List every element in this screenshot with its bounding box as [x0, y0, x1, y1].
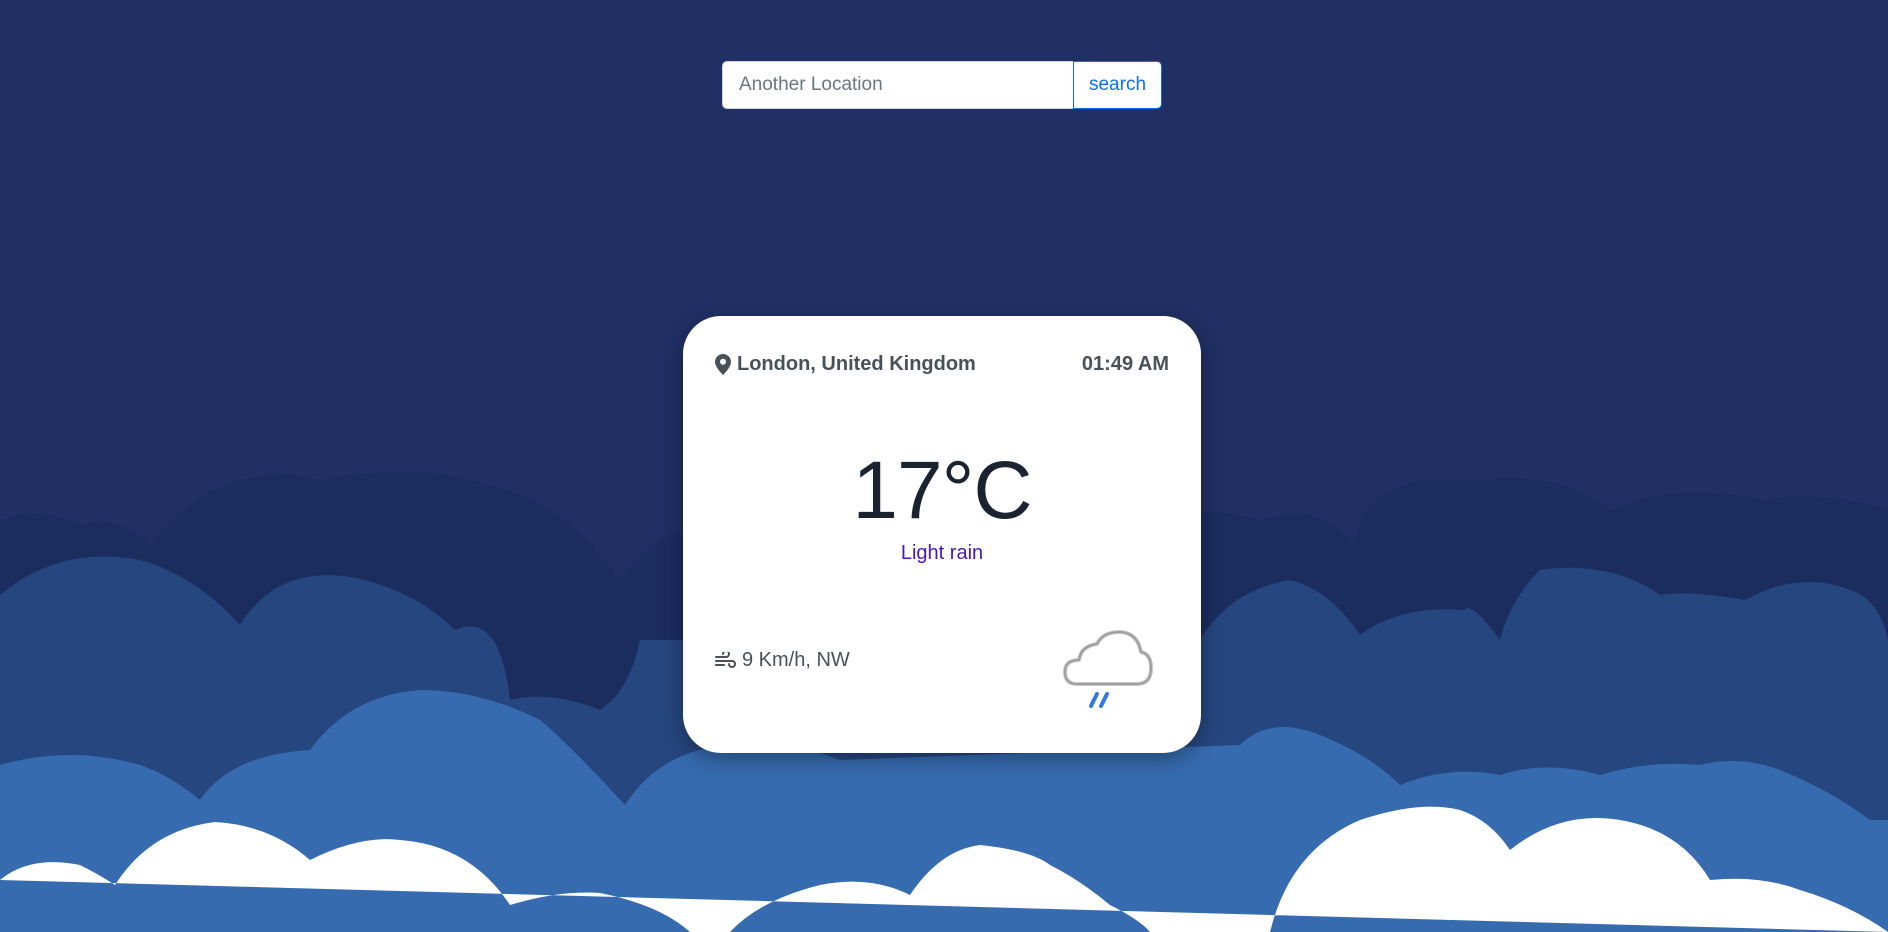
location-search-input[interactable]: [722, 61, 1073, 109]
light-rain-cloud-icon: [1063, 630, 1153, 708]
temperature: 17°C: [852, 445, 1032, 536]
wind-info: 9 Km/h, NW: [715, 649, 850, 672]
search-button[interactable]: search: [1073, 61, 1162, 109]
location-name: London, United Kingdom: [737, 352, 976, 375]
wind-icon: [715, 651, 736, 668]
card-header: London, United Kingdom 01:49 AM: [715, 350, 1169, 378]
weather-condition: Light rain: [900, 542, 984, 564]
weather-app: search London, United Kingdom 01:49 AM 1…: [0, 0, 1888, 932]
weather-card: London, United Kingdom 01:49 AM 17°C Lig…: [683, 316, 1201, 753]
local-time: 01:49 AM: [1081, 352, 1169, 375]
search-bar: search: [722, 61, 1162, 109]
wind-speed-direction: 9 Km/h, NW: [742, 649, 850, 671]
location: London, United Kingdom: [715, 353, 976, 376]
map-pin-icon: [715, 353, 731, 375]
